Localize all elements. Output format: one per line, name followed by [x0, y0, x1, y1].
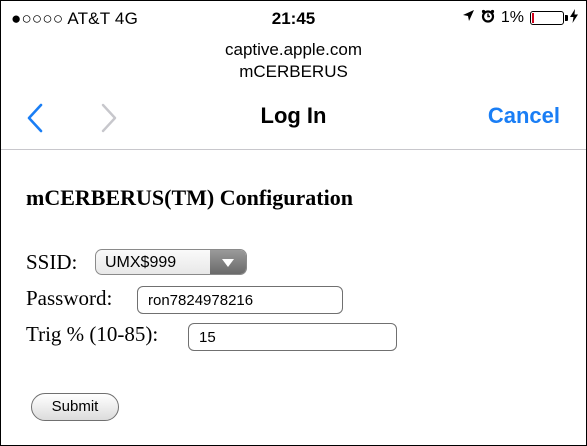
- submit-button[interactable]: Submit: [31, 393, 119, 421]
- charging-bolt-icon: [570, 8, 578, 28]
- ssid-select[interactable]: UMX$999: [95, 249, 247, 275]
- web-content: mCERBERUS(TM) Configuration SSID: UMX$99…: [1, 150, 586, 445]
- battery-icon: [530, 11, 568, 25]
- status-right-icons: 1%: [462, 7, 578, 29]
- trig-label: Trig % (10-85):: [26, 322, 159, 346]
- password-input[interactable]: ron7824978216: [137, 286, 343, 314]
- url-page-title: mCERBERUS: [239, 62, 348, 81]
- trig-percent-input[interactable]: 15: [188, 323, 397, 351]
- battery-percent: 1%: [500, 9, 524, 26]
- cancel-button[interactable]: Cancel: [488, 103, 560, 129]
- url-host: captive.apple.com: [224, 40, 363, 59]
- dropdown-arrow-icon: [210, 250, 246, 274]
- ssid-selected-value: UMX$999: [105, 254, 177, 271]
- ssid-label: SSID:: [26, 250, 78, 274]
- navigation-bar: Log In Cancel: [1, 93, 586, 149]
- phone-screen: ●○○○○ AT&T 4G 21:45 1% captive.apple.com…: [0, 0, 587, 446]
- alarm-clock-icon: [481, 9, 495, 28]
- password-label: Password:: [26, 286, 113, 310]
- status-bar: ●○○○○ AT&T 4G 21:45 1%: [1, 1, 586, 31]
- password-value: ron7824978216: [148, 292, 254, 309]
- url-area[interactable]: captive.apple.com mCERBERUS: [1, 39, 586, 83]
- trig-percent-value: 15: [199, 329, 216, 346]
- page-heading: mCERBERUS(TM) Configuration: [26, 185, 353, 210]
- location-arrow-icon: [462, 9, 475, 27]
